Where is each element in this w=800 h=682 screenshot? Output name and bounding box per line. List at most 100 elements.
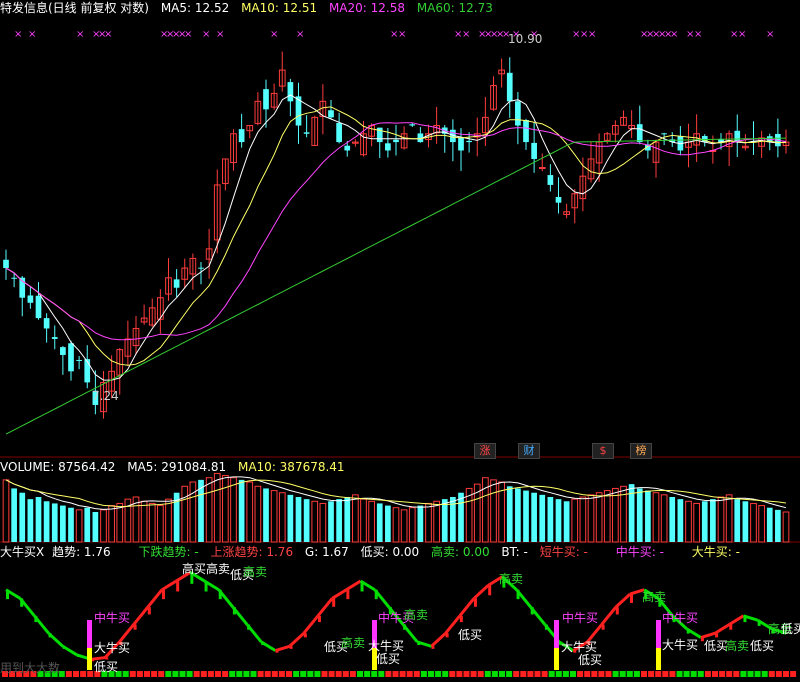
trend-step: [530, 607, 534, 615]
trend-segment: [430, 632, 447, 648]
big-bull-column: [87, 648, 92, 670]
bottom-signal-square: [477, 671, 484, 677]
mid-bull-column: [554, 620, 559, 648]
trend-step: [34, 615, 38, 623]
bottom-signal-square: [662, 671, 669, 677]
bottom-signal-square: [775, 671, 782, 677]
trend-step: [544, 624, 548, 630]
volume-bar: [693, 502, 700, 543]
trend-step: [417, 641, 421, 646]
volume-bar: [734, 499, 741, 542]
bottom-signal-square: [144, 671, 150, 677]
bottom-signal-square: [541, 671, 548, 677]
volume-bar: [92, 512, 99, 542]
volume-bar: [458, 492, 464, 542]
bottom-signal-square: [200, 671, 207, 677]
volume-bar: [51, 503, 58, 542]
bottom-signal-square: [719, 671, 726, 677]
event-tag-dollar[interactable]: $: [592, 443, 614, 459]
candle-body: [198, 267, 204, 269]
volume-bar: [725, 494, 733, 543]
trend-segment: [458, 597, 476, 617]
ma60-line: [5, 137, 787, 435]
volume-bar: [270, 490, 278, 543]
candle-body: [409, 124, 416, 126]
candle-body: [84, 359, 91, 383]
volume-bar: [766, 507, 773, 542]
signal-mid-bull-4: 中牛买: [662, 611, 699, 625]
bottom-signal-square: [768, 671, 775, 677]
signal-big-bull-4: 大牛买: [662, 638, 699, 652]
bottom-signal-square: [136, 671, 143, 677]
bottom-signal-square: [484, 671, 491, 677]
ma10-label: MA10: 12.51: [241, 1, 318, 15]
candle-body: [547, 175, 554, 185]
trend-step: [757, 620, 761, 626]
candle-body: [531, 142, 537, 159]
signal-mid-bull-1: 中牛买: [94, 611, 131, 625]
trend-step: [204, 581, 208, 592]
bottom-signal-square: [129, 671, 136, 677]
candle-body: [344, 145, 351, 151]
volume-bar: [303, 499, 310, 542]
short-bull-label: 短牛买: -: [539, 545, 588, 559]
volume-bar: [660, 494, 668, 543]
bottom-signal-square: [470, 671, 477, 677]
event-tag-bang[interactable]: 榜: [630, 443, 652, 459]
volume-bar: [515, 488, 521, 542]
trend-step: [218, 589, 222, 600]
candle-body: [555, 197, 562, 203]
vol-ma10-label: MA10: 387678.41: [237, 460, 345, 474]
volume-bar: [2, 479, 10, 543]
trend-segment: [161, 579, 177, 592]
bottom-signal-square: [392, 671, 399, 677]
trend-step: [431, 646, 435, 649]
bottom-signal-square: [349, 671, 356, 677]
event-tag-cai[interactable]: 财: [518, 443, 540, 459]
candle-body: [35, 295, 42, 319]
trend-step: [346, 589, 350, 600]
volume-bar: [400, 509, 408, 543]
candle-body: [336, 122, 342, 143]
volume-bar: [579, 496, 587, 543]
bottom-signal-square: [385, 671, 392, 677]
trend-step: [275, 650, 279, 653]
trend-segment: [700, 631, 716, 639]
bottom-signal-square: [676, 671, 683, 677]
indicator-header: 大牛买X 趋势: 1.76 下跌趋势: - 上涨趋势: 1.76 G: 1.67…: [0, 544, 748, 560]
big-bull-label: 大牛买: -: [691, 545, 740, 559]
volume-bar: [238, 479, 245, 542]
trend-step: [488, 585, 492, 596]
volume-bar: [612, 487, 619, 543]
volume-bar: [563, 501, 570, 542]
bottom-signal-square: [357, 671, 363, 677]
bottom-signal-square: [442, 671, 449, 677]
trend-step: [459, 615, 463, 623]
indicator-name: 大牛买X: [0, 545, 45, 559]
trend-step: [445, 633, 449, 638]
trend-step: [147, 607, 151, 615]
bottom-signal-square: [570, 671, 576, 677]
signal-high-sell-5: 高卖: [499, 572, 524, 586]
volume-bar: [360, 498, 367, 543]
signal-mid-bull-3: 中牛买: [562, 611, 599, 625]
down-trend-label: 下跌趋势: -: [138, 545, 199, 559]
volume-bar: [425, 502, 432, 543]
trend-step: [176, 581, 180, 592]
bottom-signal-square: [314, 671, 321, 677]
bottom-signal-square: [179, 671, 186, 677]
top-signal-mark: ×: [216, 29, 224, 40]
volume-bar: [701, 501, 708, 542]
trend-step: [630, 594, 633, 603]
event-tag-zhang[interactable]: 涨: [474, 443, 496, 459]
bottom-signal-square: [257, 671, 264, 677]
bottom-signal-square: [321, 671, 328, 677]
trend-segment: [132, 606, 149, 626]
signal-bottom-partial: 用到大大数: [0, 661, 61, 675]
bottom-signal-square: [293, 671, 300, 677]
trend-step: [403, 624, 407, 630]
mid-bull-column: [87, 620, 92, 648]
bottom-signal-square: [65, 671, 72, 677]
volume-bar: [181, 485, 189, 543]
bottom-signal-square: [73, 671, 79, 677]
